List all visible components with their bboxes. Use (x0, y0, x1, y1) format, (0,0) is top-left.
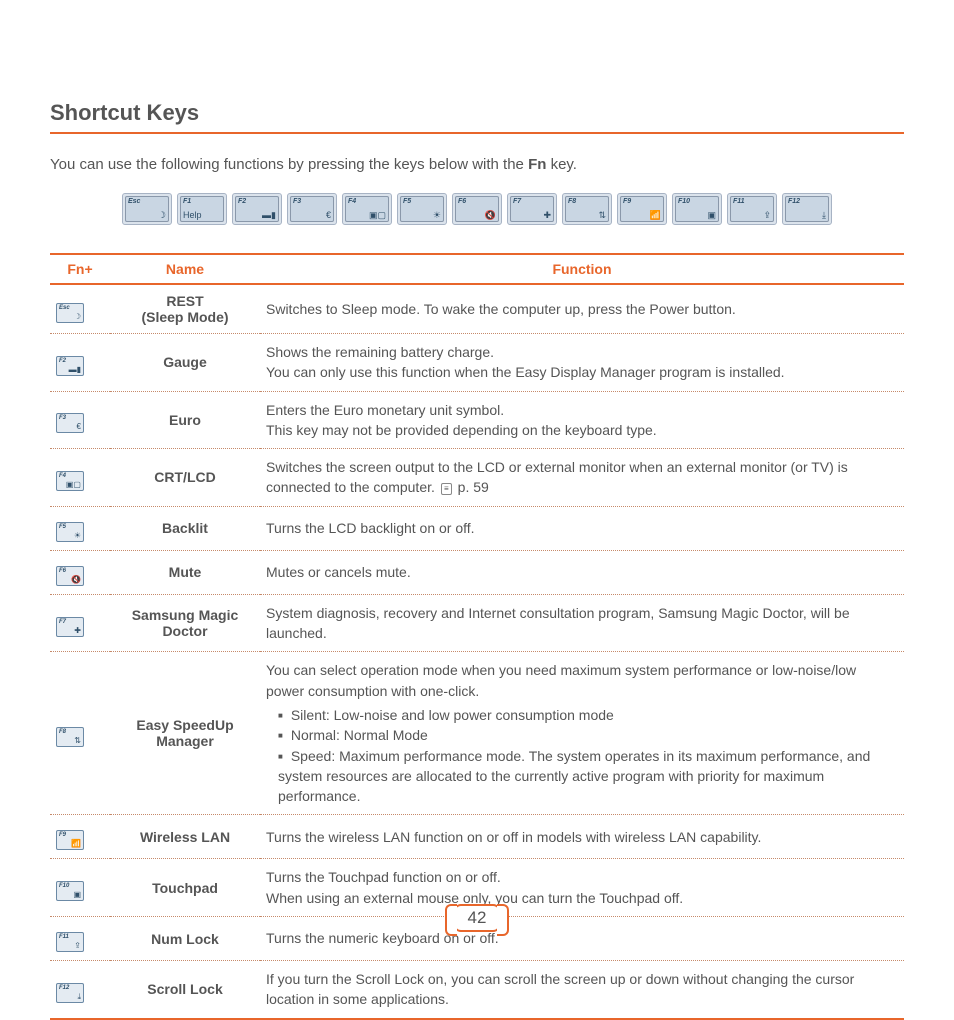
cell-function: Turns the wireless LAN function on or of… (260, 815, 904, 859)
list-item: Silent: Low-noise and low power consumpt… (278, 705, 898, 725)
key-f12: F12⤓ (785, 196, 829, 222)
table-row: F7✚ Samsung Magic DoctorSystem diagnosis,… (50, 594, 904, 652)
key-icon-f2: F2▬▮ (56, 356, 84, 376)
cell-key: F8⇅ (50, 652, 110, 815)
key-f5: F5☀ (400, 196, 444, 222)
mode-list: Silent: Low-noise and low power consumpt… (278, 705, 898, 806)
key-icon-f3: F3€ (56, 413, 84, 433)
key-icon-f11: F11⇪ (56, 932, 84, 952)
cell-key: F6🔇 (50, 550, 110, 594)
cell-name: REST(Sleep Mode) (110, 284, 260, 334)
key-icon-f7: F7✚ (56, 617, 84, 637)
key-group: F6🔇 (452, 193, 502, 225)
cell-function: Turns the LCD backlight on or off. (260, 506, 904, 550)
key-icon-f8: F8⇅ (56, 727, 84, 747)
cell-name: Backlit (110, 506, 260, 550)
cell-key: F9📶 (50, 815, 110, 859)
key-f9: F9📶 (620, 196, 664, 222)
key-group: F12⤓ (782, 193, 832, 225)
cell-name: Touchpad (110, 859, 260, 917)
table-row: F8⇅ Easy SpeedUp ManagerYou can select op… (50, 652, 904, 815)
cell-key: Esc☽ (50, 284, 110, 334)
key-f3: F3€ (290, 196, 334, 222)
cell-key: F2▬▮ (50, 334, 110, 392)
cell-function: Turns the Touchpad function on or off.Wh… (260, 859, 904, 917)
key-icon-f10: F10▣ (56, 881, 84, 901)
key-group: F8⇅ (562, 193, 612, 225)
key-f1: F1Help (180, 196, 224, 222)
key-group: F10▣ (672, 193, 722, 225)
key-icon-f12: F12⤓ (56, 983, 84, 1003)
list-item: Speed: Maximum performance mode. The sys… (278, 746, 898, 807)
list-item: Normal: Normal Mode (278, 725, 898, 745)
cell-name: Gauge (110, 334, 260, 392)
key-f4: F4▣▢ (345, 196, 389, 222)
cell-function: Switches to Sleep mode. To wake the comp… (260, 284, 904, 334)
key-f11: F11⇪ (730, 196, 774, 222)
intro-text: You can use the following functions by p… (50, 156, 904, 173)
key-group: F4▣▢ (342, 193, 392, 225)
page-number: 42 (453, 904, 501, 932)
table-row: Esc☽ REST(Sleep Mode)Switches to Sleep mo… (50, 284, 904, 334)
key-group: F9📶 (617, 193, 667, 225)
key-f7: F7✚ (510, 196, 554, 222)
cell-key: F10▣ (50, 859, 110, 917)
key-icon-esc: Esc☽ (56, 303, 84, 323)
cell-key: F4▣▢ (50, 449, 110, 507)
header-fn: Fn+ (50, 254, 110, 284)
key-group: F2▬▮ (232, 193, 282, 225)
table-row: F5☀ BacklitTurns the LCD backlight on or … (50, 506, 904, 550)
table-row: F6🔇 MuteMutes or cancels mute. (50, 550, 904, 594)
key-group: F1Help (177, 193, 227, 225)
cell-function: Switches the screen output to the LCD or… (260, 449, 904, 507)
function-key-row: Esc☽ F1Help F2▬▮ F3€ F4▣▢ F5☀ F6🔇 F7✚ F8⇅ F9📶 F10▣… (50, 193, 904, 225)
key-icon-f6: F6🔇 (56, 566, 84, 586)
key-esc: Esc☽ (125, 196, 169, 222)
cell-name: Easy SpeedUp Manager (110, 652, 260, 815)
key-icon-f4: F4▣▢ (56, 471, 84, 491)
header-function: Function (260, 254, 904, 284)
key-f2: F2▬▮ (235, 196, 279, 222)
key-group: F7✚ (507, 193, 557, 225)
cell-function: Mutes or cancels mute. (260, 550, 904, 594)
cell-key: F5☀ (50, 506, 110, 550)
cell-function: Shows the remaining battery charge.You c… (260, 334, 904, 392)
key-group: Esc☽ (122, 193, 172, 225)
page-title: Shortcut Keys (50, 100, 904, 134)
key-group: F5☀ (397, 193, 447, 225)
intro-bold: Fn (528, 156, 546, 173)
key-group: F3€ (287, 193, 337, 225)
cell-key: F3€ (50, 391, 110, 449)
cell-name: Euro (110, 391, 260, 449)
cell-function: Enters the Euro monetary unit symbol.Thi… (260, 391, 904, 449)
table-row: F3€ EuroEnters the Euro monetary unit sym… (50, 391, 904, 449)
page-ref-icon: ≡ (441, 483, 452, 495)
cell-key: F7✚ (50, 594, 110, 652)
cell-key: F12⤓ (50, 961, 110, 1019)
cell-function: You can select operation mode when you n… (260, 652, 904, 815)
table-row: F9📶 Wireless LANTurns the wireless LAN fu… (50, 815, 904, 859)
key-group: F11⇪ (727, 193, 777, 225)
cell-name: Wireless LAN (110, 815, 260, 859)
cell-function: System diagnosis, recovery and Internet … (260, 594, 904, 652)
intro-pre: You can use the following functions by p… (50, 156, 528, 173)
table-row: F2▬▮ GaugeShows the remaining battery cha… (50, 334, 904, 392)
table-row: F4▣▢ CRT/LCDSwitches the screen output to… (50, 449, 904, 507)
key-f6: F6🔇 (455, 196, 499, 222)
key-icon-f9: F9📶 (56, 830, 84, 850)
cell-name: CRT/LCD (110, 449, 260, 507)
cell-function: If you turn the Scroll Lock on, you can … (260, 961, 904, 1019)
cell-name: Mute (110, 550, 260, 594)
key-icon-f5: F5☀ (56, 522, 84, 542)
table-row: F12⤓ Scroll LockIf you turn the Scroll Lo… (50, 961, 904, 1019)
key-f8: F8⇅ (565, 196, 609, 222)
key-f10: F10▣ (675, 196, 719, 222)
intro-post: key. (546, 156, 577, 173)
cell-name: Samsung Magic Doctor (110, 594, 260, 652)
cell-name: Scroll Lock (110, 961, 260, 1019)
header-name: Name (110, 254, 260, 284)
